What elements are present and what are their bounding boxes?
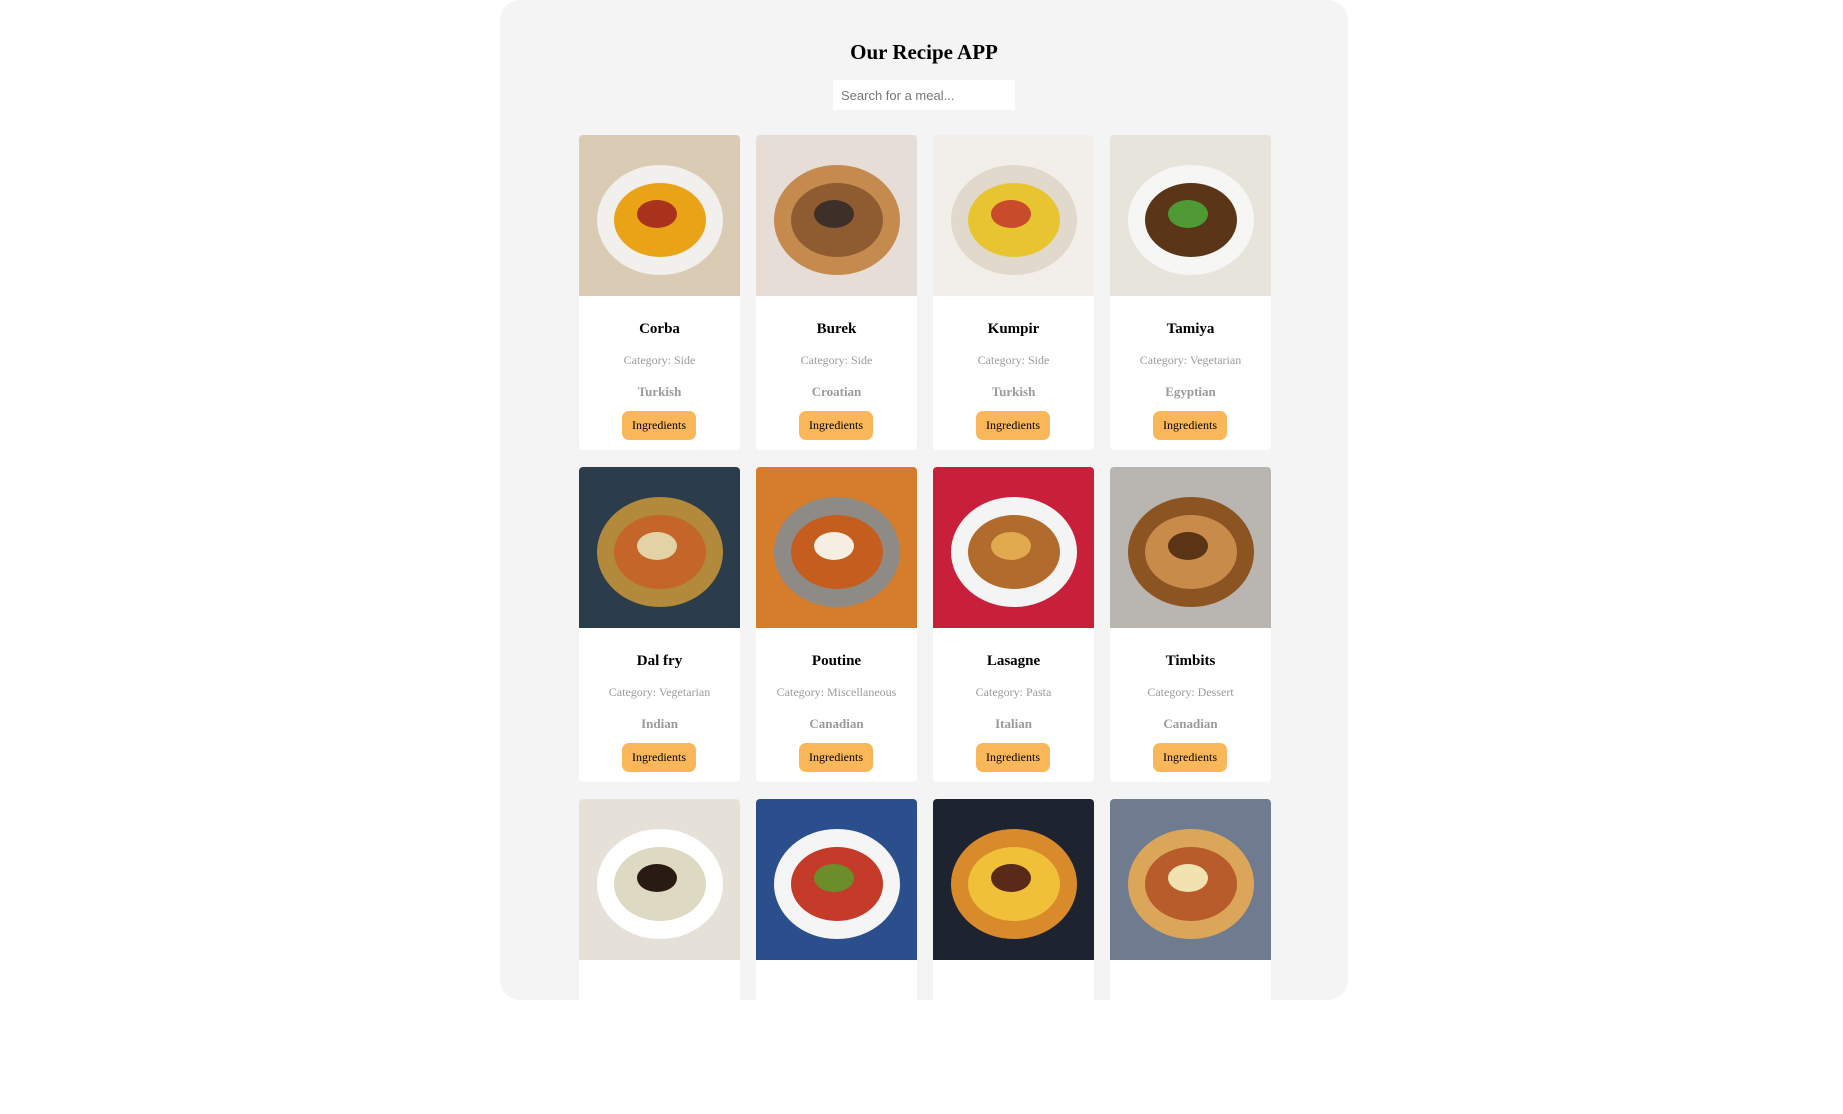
meal-card: Tamiya Category: Vegetarian Egyptian Ingred…	[1110, 135, 1271, 450]
meal-name: Dal fry	[636, 653, 683, 669]
meal-category: Category: Side	[623, 353, 696, 367]
meal-area: Turkish	[637, 384, 682, 399]
food-shape	[991, 200, 1031, 228]
meal-area: Turkish	[991, 384, 1036, 399]
meal-card: Burek Category: Side Croatian Ingredients	[756, 135, 917, 450]
dumplings-image	[579, 799, 740, 960]
salad-bowl-image	[756, 799, 917, 960]
food-shape	[991, 532, 1031, 560]
food-shape	[637, 200, 677, 228]
ingredients-button[interactable]: Ingredients	[622, 743, 696, 772]
meal-category: Category: Dessert	[1147, 685, 1234, 699]
meal-card	[1110, 799, 1271, 1114]
meal-category: Category: Vegetarian	[608, 685, 711, 699]
meal-name: Lasagne	[986, 653, 1041, 669]
meal-card: Dal fry Category: Vegetarian Indian Ingredi…	[579, 467, 740, 782]
food-shape	[637, 532, 677, 560]
meal-card: Kumpir Category: Side Turkish Ingredients	[933, 135, 1094, 450]
timbits-image	[1110, 467, 1271, 628]
meal-card	[756, 799, 917, 1114]
app-container: Our Recipe APP Corba Category: Side Turkis…	[500, 0, 1348, 1114]
lasagne-image	[933, 467, 1094, 628]
burger-image	[933, 799, 1094, 960]
meal-card: Corba Category: Side Turkish Ingredients	[579, 135, 740, 450]
meal-name: Tamiya	[1166, 321, 1215, 337]
falafel-image	[1110, 135, 1271, 296]
meal-card	[933, 799, 1094, 1114]
meal-name: Kumpir	[987, 321, 1040, 337]
ingredients-button[interactable]: Ingredients	[799, 411, 873, 440]
ingredients-button[interactable]: Ingredients	[1153, 743, 1227, 772]
meal-category: Category: Miscellaneous	[776, 685, 897, 699]
ingredients-button[interactable]: Ingredients	[799, 743, 873, 772]
meal-name: Timbits	[1165, 653, 1216, 669]
food-shape	[1168, 532, 1208, 560]
food-shape	[1168, 864, 1208, 892]
meal-category: Category: Side	[800, 353, 873, 367]
meal-card: Timbits Category: Dessert Canadian Ingredie…	[1110, 467, 1271, 782]
stuffed-potato-image	[933, 135, 1094, 296]
food-shape	[814, 200, 854, 228]
food-shape	[991, 864, 1031, 892]
meal-area: Canadian	[1163, 716, 1218, 731]
meal-name: Burek	[816, 321, 857, 337]
app-title: Our Recipe APP	[850, 40, 998, 64]
meal-area: Canadian	[809, 716, 864, 731]
meal-area: Indian	[641, 716, 678, 731]
meal-category: Category: Pasta	[975, 685, 1052, 699]
poutine-image	[756, 467, 917, 628]
meal-card	[579, 799, 740, 1114]
food-shape	[637, 864, 677, 892]
meal-card: Poutine Category: Miscellaneous Canadian In…	[756, 467, 917, 782]
meal-card: Lasagne Category: Pasta Italian Ingredients	[933, 467, 1094, 782]
meal-area: Egyptian	[1165, 384, 1216, 399]
food-shape	[814, 864, 854, 892]
food-shape	[1168, 200, 1208, 228]
ingredients-button[interactable]: Ingredients	[976, 743, 1050, 772]
ingredients-button[interactable]: Ingredients	[976, 411, 1050, 440]
meal-area: Croatian	[811, 384, 862, 399]
meal-category: Category: Side	[977, 353, 1050, 367]
dal-fry-image	[579, 467, 740, 628]
burek-pastry-image	[756, 135, 917, 296]
meal-category: Category: Vegetarian	[1139, 353, 1242, 367]
food-shape	[814, 532, 854, 560]
lentil-soup-image	[579, 135, 740, 296]
ingredients-button[interactable]: Ingredients	[1153, 411, 1227, 440]
meal-name: Corba	[639, 321, 680, 337]
meal-grid: Corba Category: Side Turkish Ingredients Bur…	[579, 135, 1271, 1114]
ingredients-button[interactable]: Ingredients	[622, 411, 696, 440]
meal-name: Poutine	[811, 653, 862, 669]
koshari-image	[1110, 799, 1271, 960]
meal-area: Italian	[995, 716, 1032, 731]
search-input[interactable]	[833, 80, 1015, 110]
